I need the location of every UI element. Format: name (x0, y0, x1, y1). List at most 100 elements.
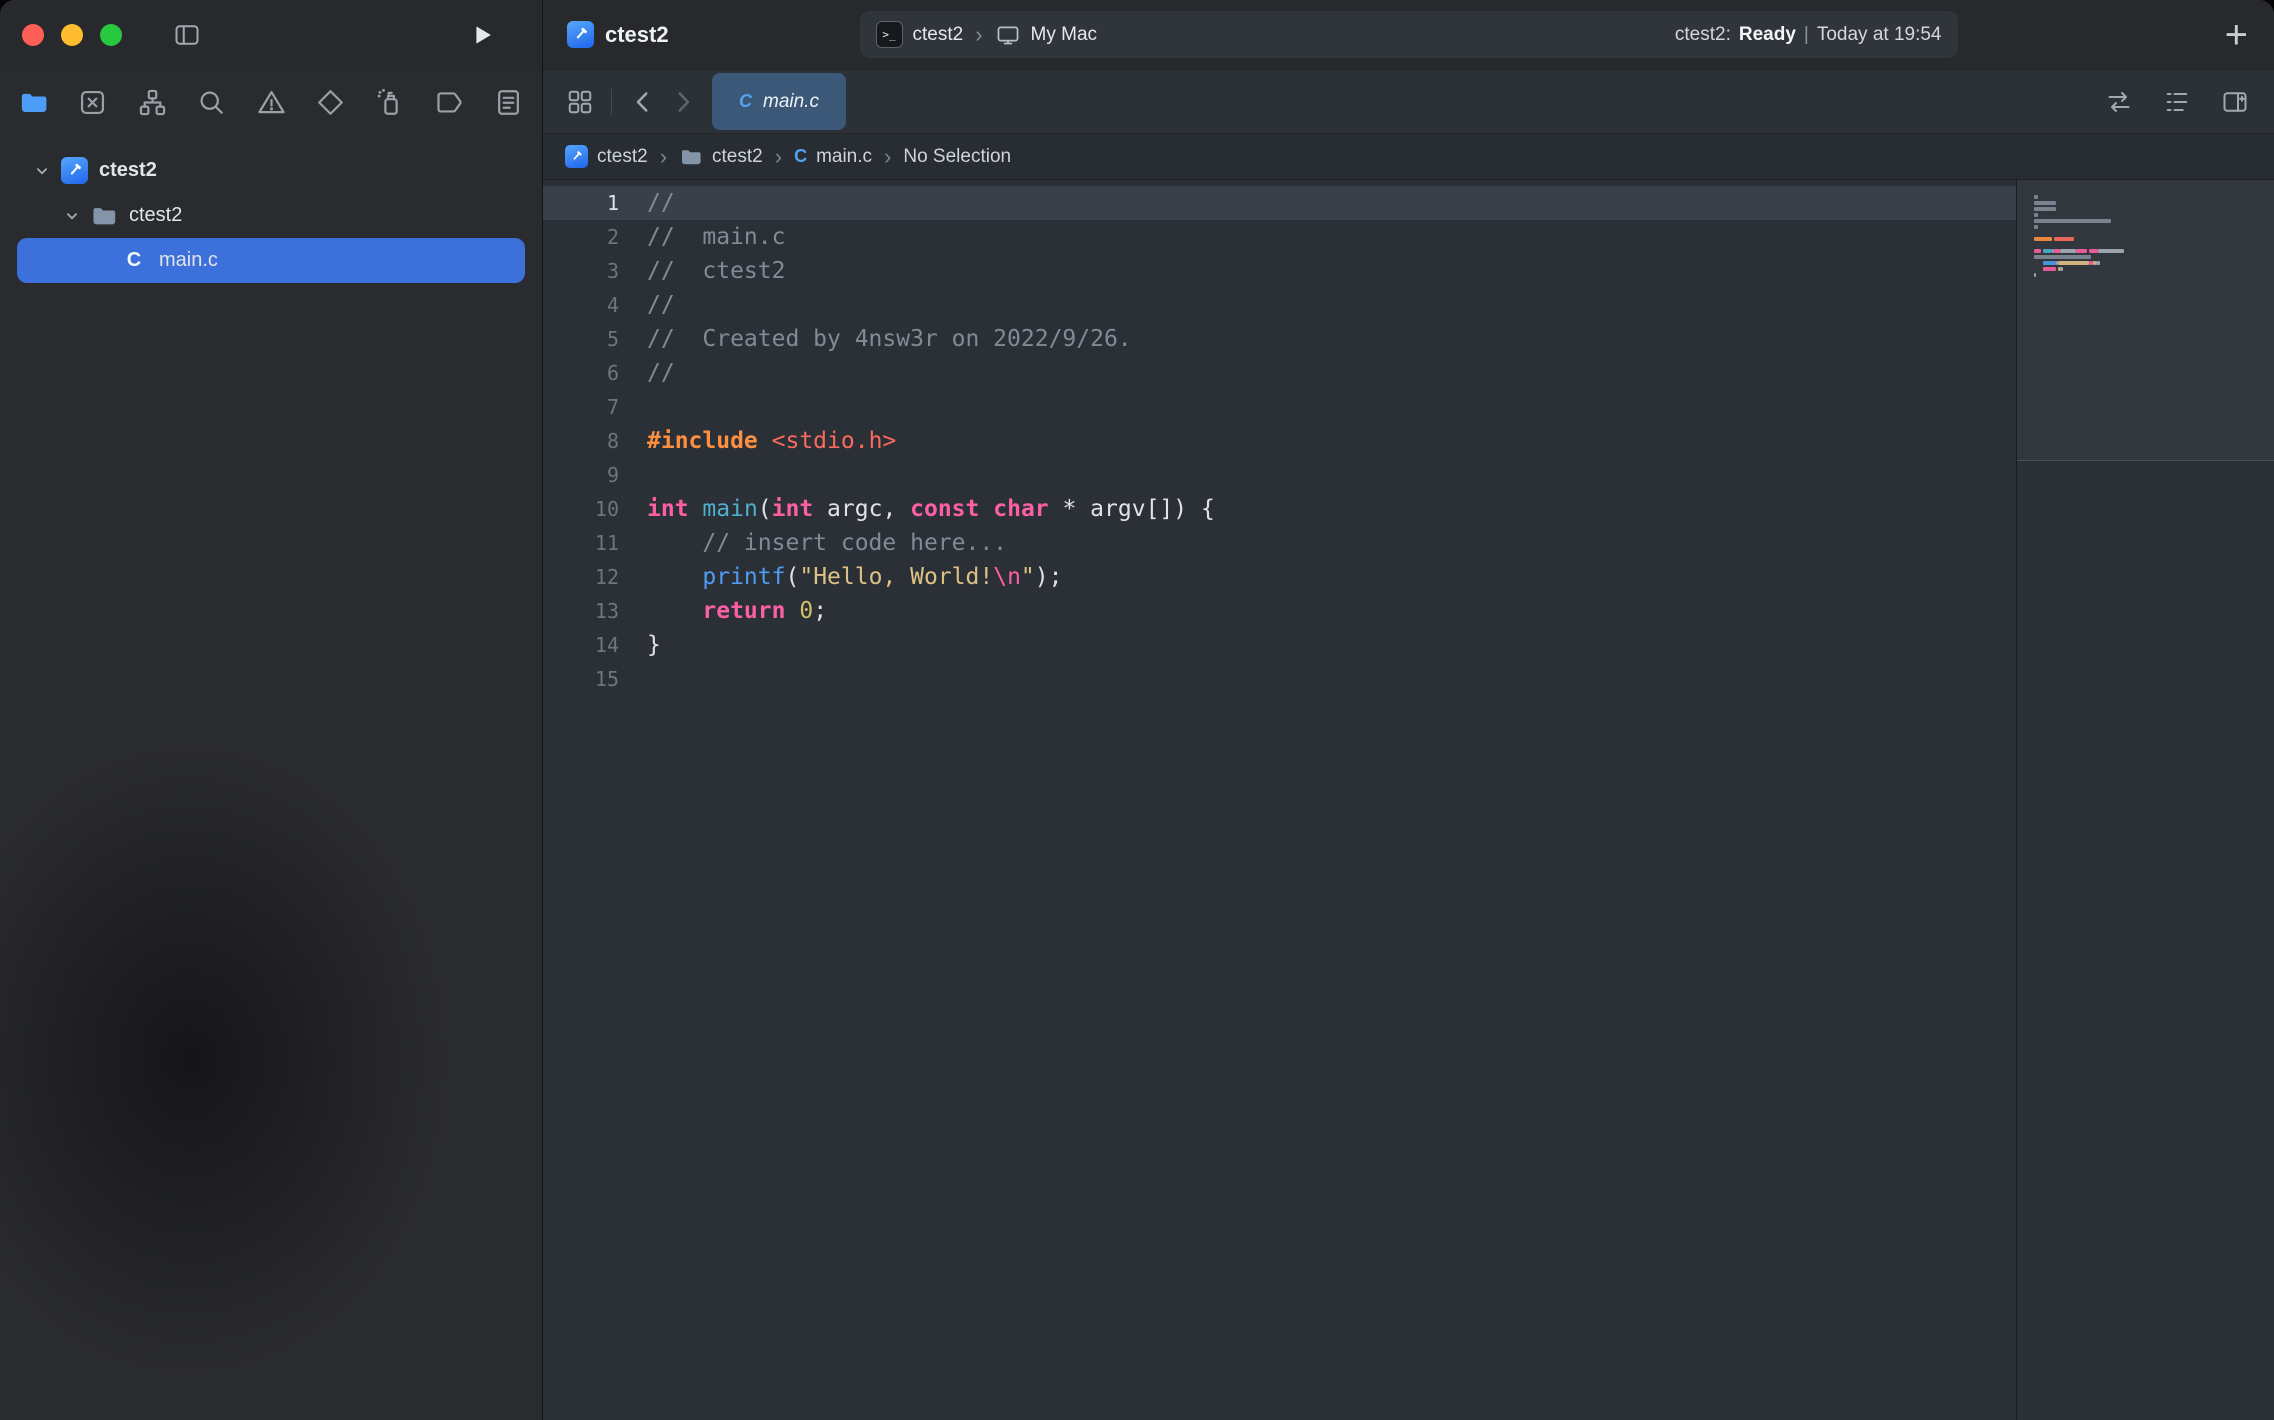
minimap-line (2034, 213, 2264, 217)
symbol-navigator-icon[interactable] (134, 84, 171, 121)
code-text: printf("Hello, World!\n"); (619, 560, 1062, 594)
c-file-icon: C (118, 249, 150, 272)
code-line-4[interactable]: 4// (543, 288, 2016, 322)
code-text: return 0; (619, 594, 827, 628)
code-line-15[interactable]: 15 (543, 662, 2016, 696)
token-plain: ); (1035, 564, 1063, 590)
status-state: Ready (1739, 24, 1796, 46)
status-message: ctest2: Ready | Today at 19:54 (1675, 24, 1942, 46)
back-button[interactable] (628, 87, 658, 117)
code-text (619, 390, 647, 424)
code-text: // ctest2 (619, 254, 785, 288)
tree-item-ctest2-1[interactable]: ctest2 (17, 193, 525, 238)
code-line-9[interactable]: 9 (543, 458, 2016, 492)
folder-icon (88, 202, 120, 230)
editor-area: 1//2// main.c3// ctest24//5// Created by… (543, 180, 2274, 1420)
line-number: 8 (543, 424, 619, 458)
tree-item-main.c-2[interactable]: Cmain.c (17, 238, 525, 283)
disclosure-chevron-icon[interactable] (29, 162, 55, 180)
code-line-14[interactable]: 14} (543, 628, 2016, 662)
minimap-segment (2043, 249, 2052, 253)
minimap-segment (2076, 249, 2087, 253)
token-comment: // Created by 4nsw3r on 2022/9/26. (647, 326, 1132, 352)
code-line-3[interactable]: 3// ctest2 (543, 254, 2016, 288)
token-plain: ( (785, 564, 799, 590)
token-keyword: int (647, 496, 689, 522)
line-number: 13 (543, 594, 619, 628)
code-line-13[interactable]: 13 return 0; (543, 594, 2016, 628)
line-number: 3 (543, 254, 619, 288)
jumpbar-separator-icon: › (660, 146, 667, 168)
debug-navigator-icon[interactable] (371, 84, 408, 121)
destination-name[interactable]: My Mac (1031, 24, 1098, 46)
c-file-icon: C (794, 146, 807, 167)
token-plain: argc, (813, 496, 910, 522)
zoom-button[interactable] (100, 24, 122, 46)
minimap[interactable] (2016, 180, 2274, 1420)
project-navigator-icon[interactable] (15, 84, 52, 121)
forward-button[interactable] (668, 87, 698, 117)
related-items-icon[interactable] (565, 87, 595, 117)
code-line-10[interactable]: 10int main(int argc, const char * argv[]… (543, 492, 2016, 526)
token-plain (758, 428, 772, 454)
token-plain: ( (758, 496, 772, 522)
token-number: 0 (799, 598, 813, 624)
activity-view[interactable]: >_ ctest2 › My Mac ctest2: Ready | Today… (860, 11, 1958, 58)
source-control-navigator-icon[interactable] (74, 84, 111, 121)
test-navigator-icon[interactable] (312, 84, 349, 121)
code-line-1[interactable]: 1// (543, 186, 2016, 220)
minimap-segment (2034, 255, 2091, 259)
navigator-sidebar: ctest2ctest2Cmain.c (0, 0, 543, 1420)
tabs: Cmain.c (712, 70, 846, 133)
minimap-line (2034, 195, 2264, 199)
code-line-7[interactable]: 7 (543, 390, 2016, 424)
token-preprocessor: #include (647, 428, 758, 454)
jumpbar-item-ctest2[interactable]: ctest2 (679, 145, 763, 169)
run-button[interactable] (468, 21, 496, 49)
line-number: 1 (543, 186, 619, 220)
jumpbar-item-main.c[interactable]: Cmain.c (794, 146, 872, 168)
disclosure-chevron-icon[interactable] (59, 207, 85, 225)
my-mac-icon (995, 22, 1021, 48)
toolbar-divider (611, 89, 612, 115)
jumpbar-item-No Selection[interactable]: No Selection (903, 146, 1011, 168)
code-line-2[interactable]: 2// main.c (543, 220, 2016, 254)
jumpbar-label: main.c (816, 146, 872, 168)
code-text: } (619, 628, 661, 662)
minimap-line (2034, 243, 2264, 247)
close-button[interactable] (22, 24, 44, 46)
minimap-segment (2034, 225, 2038, 229)
code-line-8[interactable]: 8 #include <stdio.h> (543, 424, 2016, 458)
minimap-line (2034, 225, 2264, 229)
tabbar-left (565, 87, 698, 117)
tree-item-ctest2-0[interactable]: ctest2 (17, 148, 525, 193)
issue-navigator-icon[interactable] (253, 84, 290, 121)
token-plain (689, 496, 703, 522)
minimap-line (2034, 261, 2264, 265)
code-line-11[interactable]: 11 // insert code here... (543, 526, 2016, 560)
minimap-segment (2034, 213, 2038, 217)
add-button[interactable]: + (2225, 15, 2248, 55)
minimap-line (2034, 255, 2264, 259)
minimap-button[interactable] (2162, 87, 2192, 117)
scheme-name[interactable]: ctest2 (913, 24, 964, 46)
code-line-6[interactable]: 6// (543, 356, 2016, 390)
tabbar-right (2104, 87, 2250, 117)
code-editor[interactable]: 1//2// main.c3// ctest24//5// Created by… (543, 180, 2016, 1420)
report-navigator-icon[interactable] (490, 84, 527, 121)
breakpoint-navigator-icon[interactable] (431, 84, 468, 121)
token-plain: * argv[]) { (1049, 496, 1215, 522)
minimize-button[interactable] (61, 24, 83, 46)
toggle-sidebar-button[interactable] (172, 20, 202, 50)
token-plain (979, 496, 993, 522)
chevron-separator-icon: › (975, 24, 982, 46)
jumpbar-item-ctest2[interactable]: ctest2 (565, 145, 648, 168)
tab-main.c[interactable]: Cmain.c (712, 73, 846, 130)
code-line-5[interactable]: 5// Created by 4nsw3r on 2022/9/26. (543, 322, 2016, 356)
code-line-12[interactable]: 12 printf("Hello, World!\n"); (543, 560, 2016, 594)
token-header: <stdio.h> (772, 428, 897, 454)
find-navigator-icon[interactable] (193, 84, 230, 121)
add-editor-button[interactable] (2220, 87, 2250, 117)
folder-icon (679, 145, 703, 169)
code-review-button[interactable] (2104, 87, 2134, 117)
